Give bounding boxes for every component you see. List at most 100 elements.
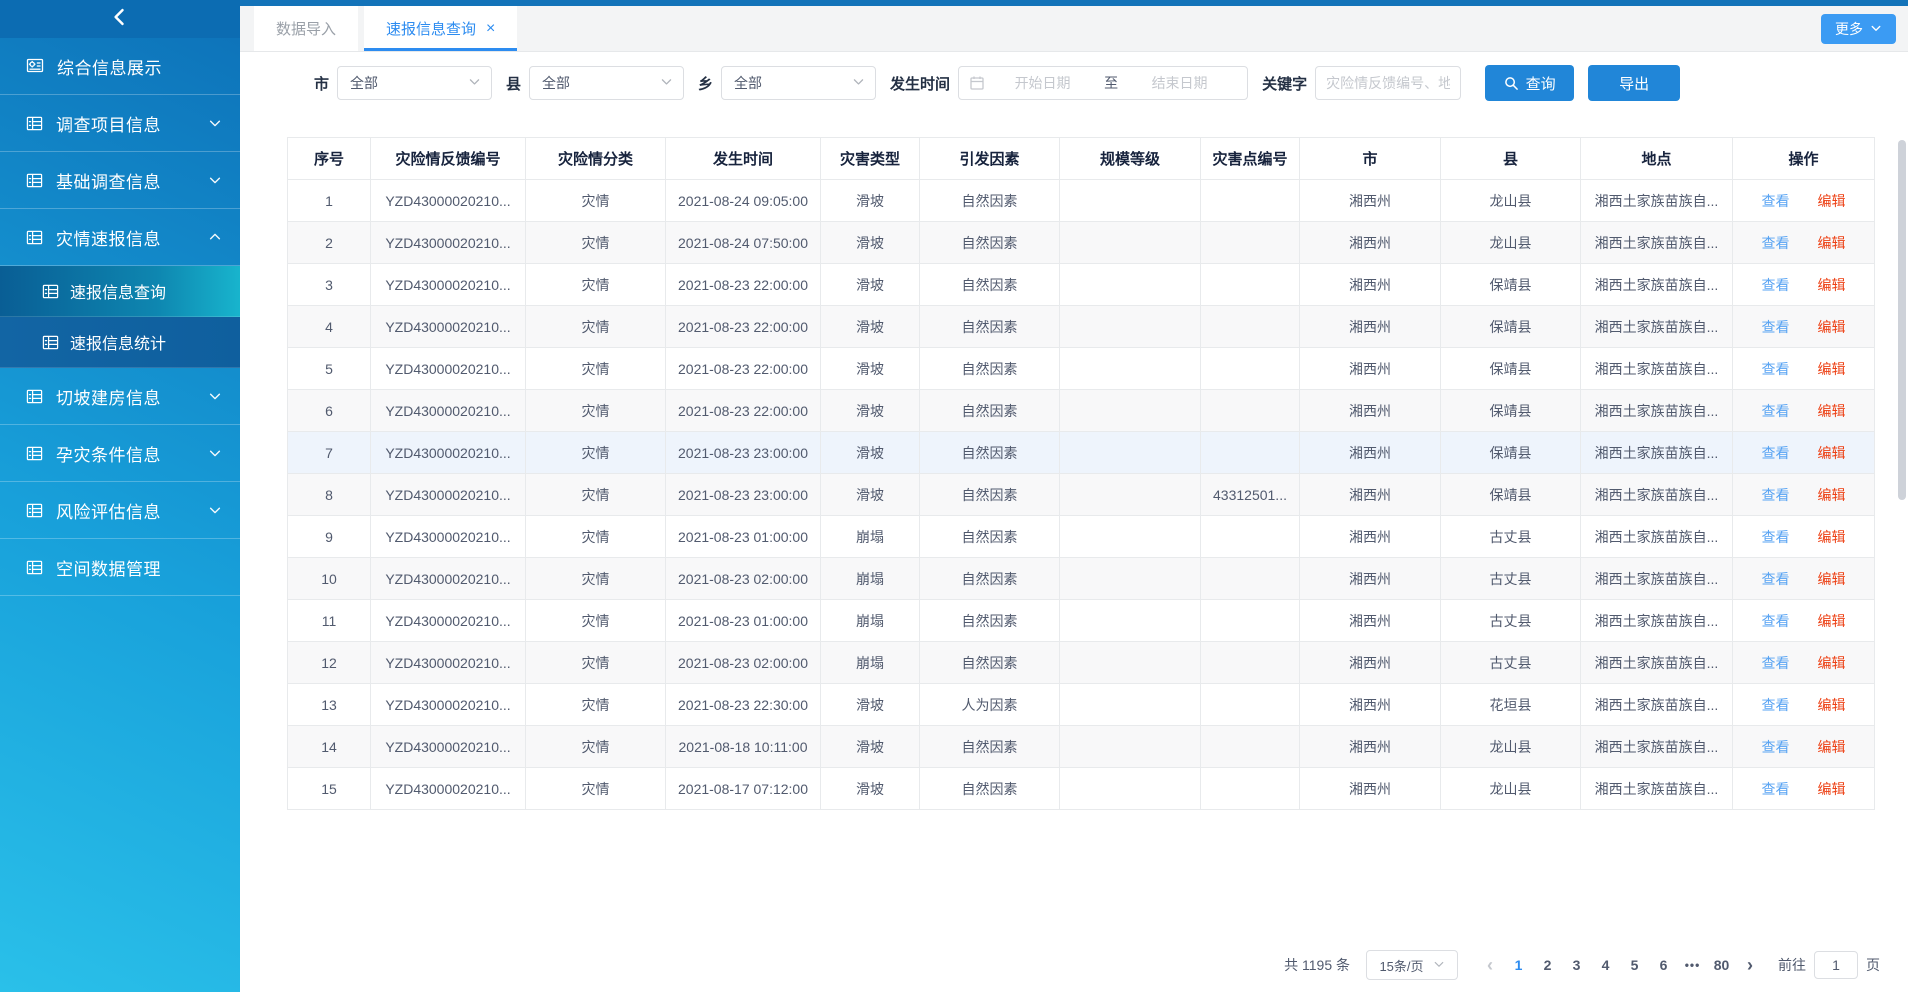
edit-link[interactable]: 编辑 [1818, 361, 1846, 377]
view-link[interactable]: 查看 [1762, 655, 1790, 671]
sidebar-item-disaster-report[interactable]: 灾情速报信息 [0, 209, 240, 266]
edit-link[interactable]: 编辑 [1818, 193, 1846, 209]
edit-link[interactable]: 编辑 [1818, 529, 1846, 545]
more-button[interactable]: 更多 [1821, 14, 1896, 44]
cell-cls: 灾情 [526, 264, 666, 306]
sidebar-subitem-report-stats[interactable]: 速报信息统计 [0, 317, 240, 368]
edit-link[interactable]: 编辑 [1818, 655, 1846, 671]
sidebar-collapse-button[interactable] [0, 0, 240, 38]
sidebar-item-overview[interactable]: 综合信息展示 [0, 38, 240, 95]
view-link[interactable]: 查看 [1762, 361, 1790, 377]
edit-link[interactable]: 编辑 [1818, 445, 1846, 461]
keyword-input[interactable] [1315, 66, 1461, 100]
cell-time: 2021-08-23 02:00:00 [666, 558, 821, 600]
sidebar-item-hazard-condition[interactable]: 孕灾条件信息 [0, 425, 240, 482]
cell-time: 2021-08-24 07:50:00 [666, 222, 821, 264]
sidebar-item-label: 综合信息展示 [57, 54, 222, 79]
cell-time: 2021-08-23 02:00:00 [666, 642, 821, 684]
cell-point [1201, 222, 1300, 264]
edit-link[interactable]: 编辑 [1818, 739, 1846, 755]
query-button[interactable]: 查询 [1485, 65, 1574, 101]
cell-cls: 灾情 [526, 306, 666, 348]
cell-scale [1060, 726, 1201, 768]
table-row: 1YZD43000020210...灾情2021-08-24 09:05:00滑… [288, 180, 1875, 222]
vertical-scrollbar[interactable] [1898, 140, 1906, 500]
calendar-icon [969, 75, 985, 91]
edit-link[interactable]: 编辑 [1818, 613, 1846, 629]
page-button-2[interactable]: 2 [1533, 957, 1562, 973]
page-button-6[interactable]: 6 [1649, 957, 1678, 973]
cell-cause: 人为因素 [920, 684, 1060, 726]
close-icon[interactable]: × [486, 21, 495, 37]
view-link[interactable]: 查看 [1762, 193, 1790, 209]
page-button-80[interactable]: 80 [1707, 957, 1736, 973]
page-size-select[interactable]: 15条/页 [1366, 950, 1458, 980]
tab-data-import[interactable]: 数据导入 [254, 6, 358, 51]
page-button-3[interactable]: 3 [1562, 957, 1591, 973]
sidebar-item-slope-housing[interactable]: 切坡建房信息 [0, 368, 240, 425]
cell-seq: 15 [288, 768, 371, 810]
view-link[interactable]: 查看 [1762, 571, 1790, 587]
edit-link[interactable]: 编辑 [1818, 319, 1846, 335]
view-link[interactable]: 查看 [1762, 403, 1790, 419]
page-button-4[interactable]: 4 [1591, 957, 1620, 973]
page-button-5[interactable]: 5 [1620, 957, 1649, 973]
edit-link[interactable]: 编辑 [1818, 697, 1846, 713]
sidebar-subitem-label: 速报信息统计 [70, 330, 166, 354]
view-link[interactable]: 查看 [1762, 739, 1790, 755]
sidebar-item-label: 灾情速报信息 [56, 225, 208, 250]
town-select[interactable]: 全部 [721, 66, 876, 100]
sidebar-subitem-report-query[interactable]: 速报信息查询 [0, 266, 240, 317]
edit-link[interactable]: 编辑 [1818, 277, 1846, 293]
edit-link[interactable]: 编辑 [1818, 235, 1846, 251]
jump-to-page-input[interactable] [1814, 951, 1858, 979]
cell-time: 2021-08-23 22:30:00 [666, 684, 821, 726]
view-link[interactable]: 查看 [1762, 277, 1790, 293]
city-select[interactable]: 全部 [337, 66, 492, 100]
view-link[interactable]: 查看 [1762, 235, 1790, 251]
view-link[interactable]: 查看 [1762, 319, 1790, 335]
cell-location: 湘西土家族苗族自... [1581, 516, 1733, 558]
cell-time: 2021-08-23 22:00:00 [666, 348, 821, 390]
date-range-input[interactable]: 开始日期 至 结束日期 [958, 66, 1248, 100]
cell-point [1201, 264, 1300, 306]
view-link[interactable]: 查看 [1762, 613, 1790, 629]
cell-seq: 7 [288, 432, 371, 474]
sidebar-item-basic-survey[interactable]: 基础调查信息 [0, 152, 240, 209]
cell-location: 湘西土家族苗族自... [1581, 348, 1733, 390]
view-link[interactable]: 查看 [1762, 445, 1790, 461]
prev-page-button[interactable]: ‹ [1476, 956, 1504, 974]
sidebar-item-label: 切坡建房信息 [56, 384, 208, 409]
county-select[interactable]: 全部 [529, 66, 684, 100]
cell-scale [1060, 516, 1201, 558]
cell-operations: 查看 编辑 [1733, 390, 1875, 432]
page-ellipsis[interactable]: ••• [1678, 958, 1707, 972]
next-page-button[interactable]: › [1736, 956, 1764, 974]
sidebar-item-risk-assessment[interactable]: 风险评估信息 [0, 482, 240, 539]
cell-point [1201, 432, 1300, 474]
page-button-1[interactable]: 1 [1504, 957, 1533, 973]
cell-county: 龙山县 [1441, 768, 1581, 810]
edit-link[interactable]: 编辑 [1818, 487, 1846, 503]
sidebar-item-spatial-data[interactable]: 空间数据管理 [0, 539, 240, 596]
column-header: 规模等级 [1060, 138, 1201, 180]
cell-operations: 查看 编辑 [1733, 180, 1875, 222]
tab-report-query[interactable]: 速报信息查询× [364, 6, 517, 51]
view-link[interactable]: 查看 [1762, 781, 1790, 797]
edit-link[interactable]: 编辑 [1818, 781, 1846, 797]
cell-point [1201, 726, 1300, 768]
edit-link[interactable]: 编辑 [1818, 571, 1846, 587]
cell-point [1201, 516, 1300, 558]
town-select-value: 全部 [734, 73, 852, 93]
view-link[interactable]: 查看 [1762, 487, 1790, 503]
cell-point [1201, 348, 1300, 390]
view-link[interactable]: 查看 [1762, 697, 1790, 713]
cell-county: 保靖县 [1441, 390, 1581, 432]
view-link[interactable]: 查看 [1762, 529, 1790, 545]
sidebar-item-label: 空间数据管理 [56, 555, 222, 580]
edit-link[interactable]: 编辑 [1818, 403, 1846, 419]
sidebar-item-survey-project[interactable]: 调查项目信息 [0, 95, 240, 152]
cell-county: 龙山县 [1441, 726, 1581, 768]
cell-seq: 2 [288, 222, 371, 264]
export-button[interactable]: 导出 [1588, 65, 1680, 101]
